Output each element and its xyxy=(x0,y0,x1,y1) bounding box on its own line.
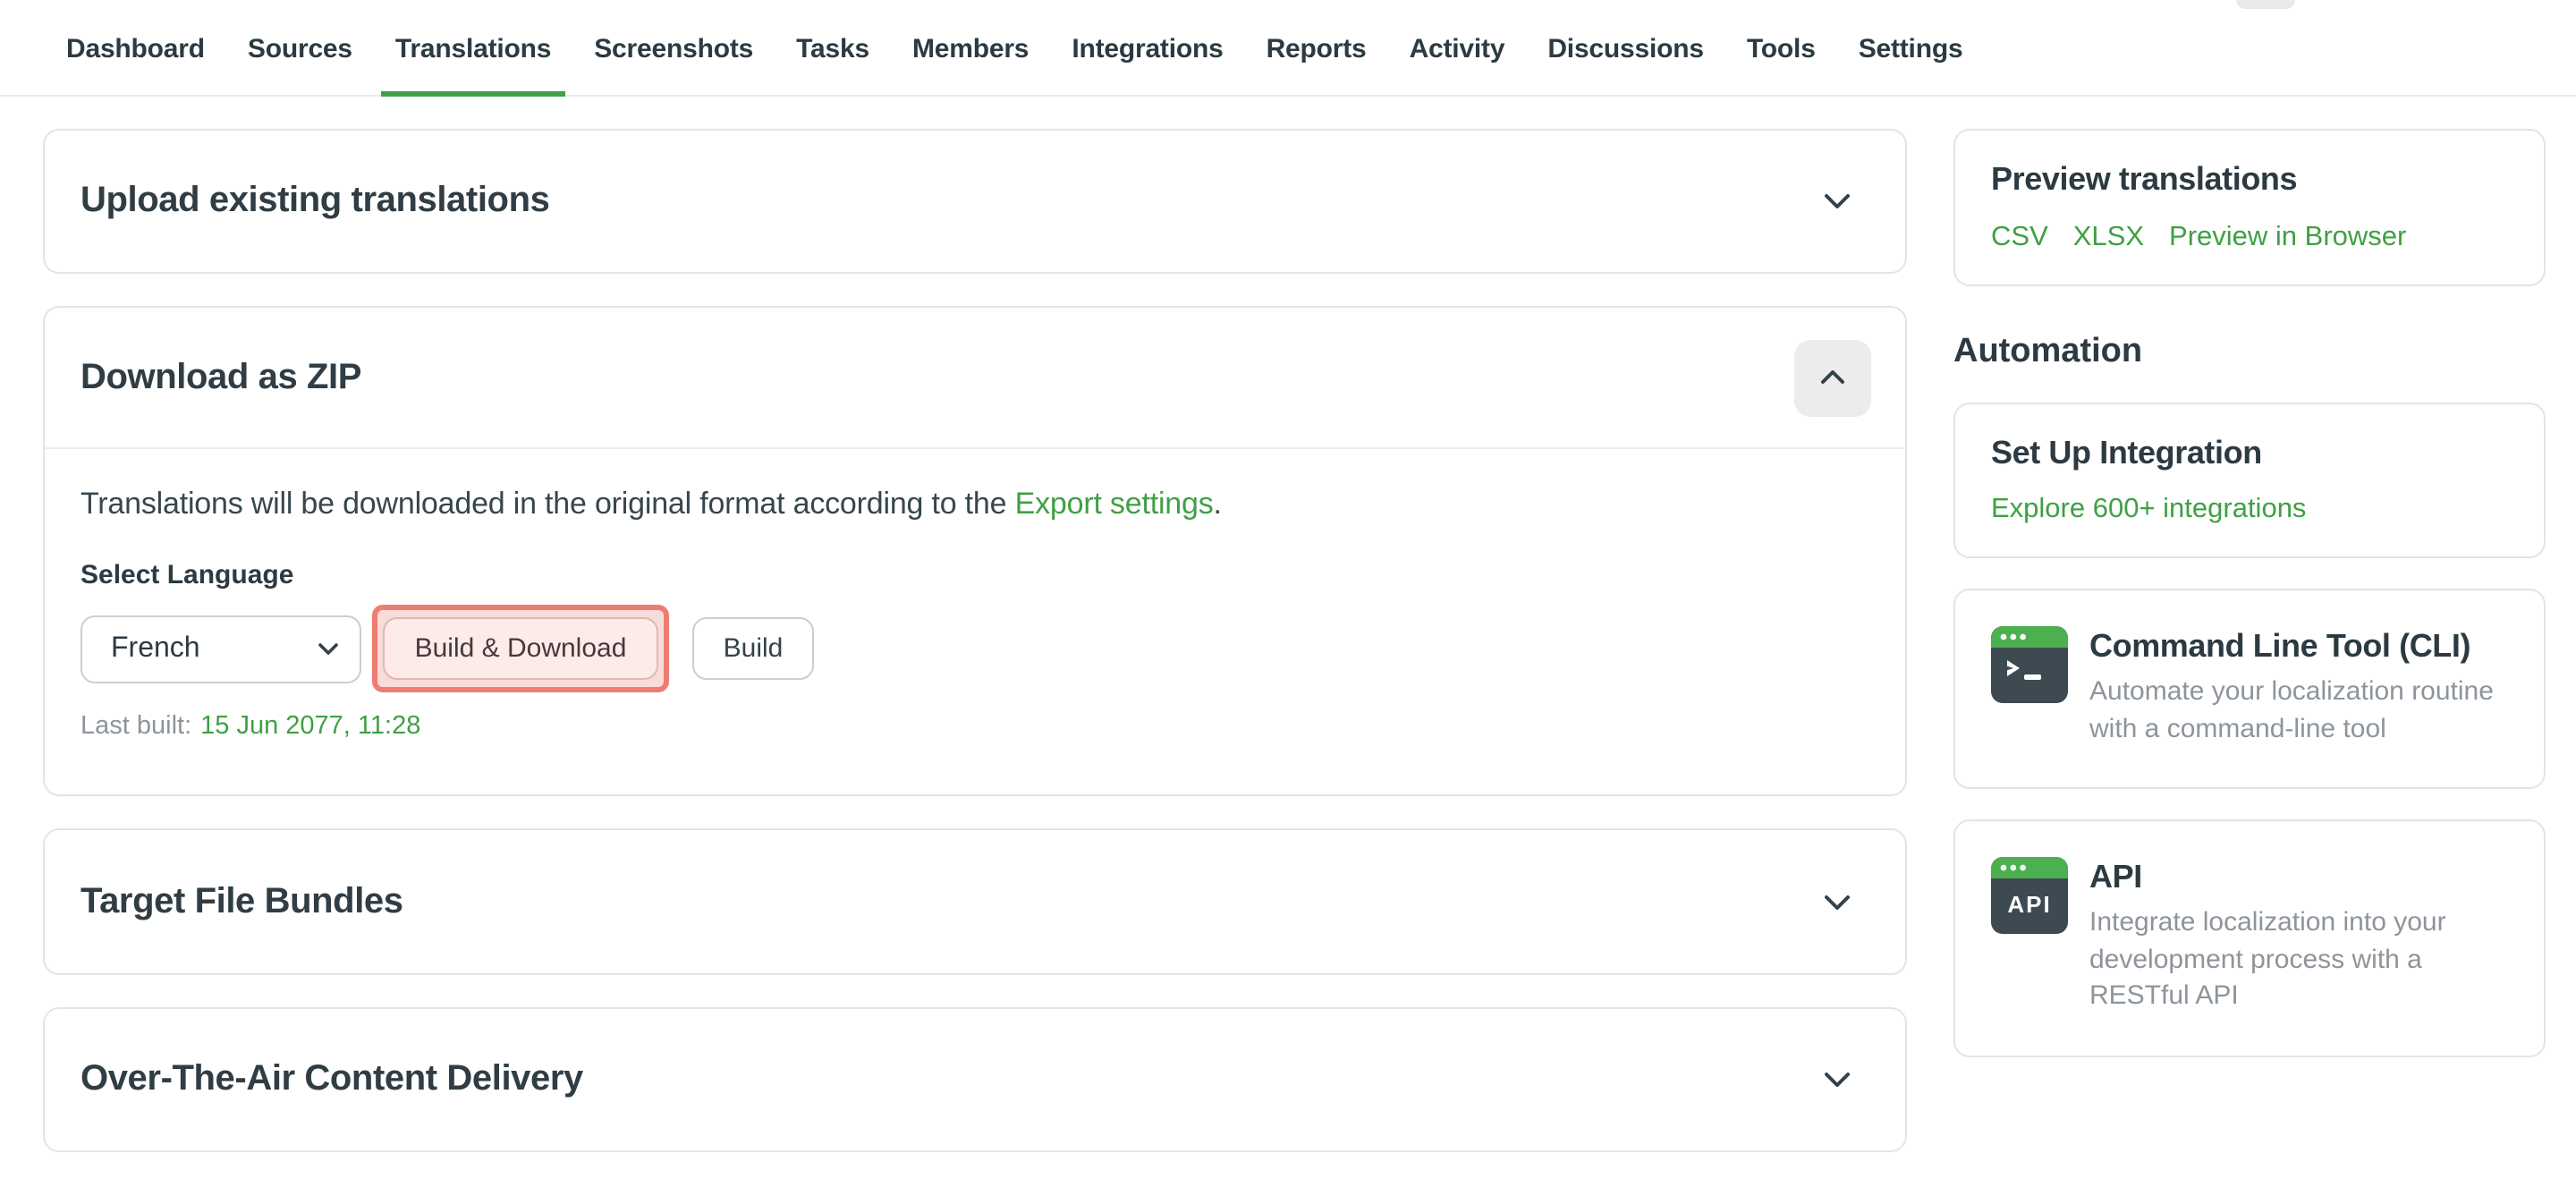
tab-reports[interactable]: Reports xyxy=(1267,4,1367,94)
upload-card-title: Upload existing translations xyxy=(80,181,549,222)
sidebar: Preview translations CSV XLSX Preview in… xyxy=(1953,129,2546,1056)
download-card-body: Translations will be downloaded in the o… xyxy=(45,449,1905,794)
explore-integrations-link[interactable]: Explore 600+ integrations xyxy=(1991,494,2306,526)
terminal-icon xyxy=(1991,626,2068,703)
preview-translations-card: Preview translations CSV XLSX Preview in… xyxy=(1953,129,2546,286)
api-card[interactable]: API API Integrate localization into your… xyxy=(1953,819,2546,1056)
over-the-air-card[interactable]: Over-The-Air Content Delivery xyxy=(43,1007,1907,1152)
cli-title: Command Line Tool (CLI) xyxy=(2089,628,2508,666)
api-card-text: API Integrate localization into your dev… xyxy=(2089,857,2508,1015)
api-description: Integrate localization into your develop… xyxy=(2089,905,2508,1015)
last-built-label: Last built: xyxy=(80,712,191,741)
last-built-status: Last built: 15 Jun 2077, 11:28 xyxy=(80,712,1869,741)
download-card-header: Download as ZIP xyxy=(45,308,1905,449)
ota-card-title: Over-The-Air Content Delivery xyxy=(80,1059,583,1100)
automation-heading: Automation xyxy=(1953,333,2546,372)
language-select-wrap: French xyxy=(80,615,361,683)
language-select[interactable]: French xyxy=(80,615,361,683)
content-layout: Upload existing translations Download as… xyxy=(0,97,2576,1152)
scrolled-element-remnant xyxy=(2236,0,2295,9)
tab-sources[interactable]: Sources xyxy=(248,4,352,94)
preview-translations-title: Preview translations xyxy=(1991,161,2508,199)
cli-card[interactable]: Command Line Tool (CLI) Automate your lo… xyxy=(1953,589,2546,789)
preview-links-row: CSV XLSX Preview in Browser xyxy=(1991,222,2508,254)
page: Dashboard Sources Translations Screensho… xyxy=(0,0,2576,1179)
upload-existing-translations-card[interactable]: Upload existing translations xyxy=(43,129,1907,274)
target-file-bundles-card[interactable]: Target File Bundles xyxy=(43,828,1907,975)
tab-activity[interactable]: Activity xyxy=(1410,4,1505,94)
tab-screenshots[interactable]: Screenshots xyxy=(594,4,753,94)
svg-text:API: API xyxy=(2007,891,2051,918)
tab-tools[interactable]: Tools xyxy=(1747,4,1816,94)
collapse-section-button[interactable] xyxy=(1794,339,1871,416)
description-text: Translations will be downloaded in the o… xyxy=(80,487,1015,521)
export-settings-link[interactable]: Export settings xyxy=(1015,487,1214,521)
build-button[interactable]: Build xyxy=(692,617,814,680)
chevron-up-icon xyxy=(1821,370,1844,385)
cli-description: Automate your localization routine with … xyxy=(2089,674,2508,748)
chevron-down-icon xyxy=(1825,1072,1850,1088)
tab-tasks[interactable]: Tasks xyxy=(796,4,869,94)
xlsx-link[interactable]: XLSX xyxy=(2073,222,2144,254)
chevron-down-icon xyxy=(1825,193,1850,209)
csv-link[interactable]: CSV xyxy=(1991,222,2048,254)
chevron-down-icon xyxy=(1825,894,1850,910)
cli-card-text: Command Line Tool (CLI) Automate your lo… xyxy=(2089,626,2508,748)
project-tabs: Dashboard Sources Translations Screensho… xyxy=(0,0,2576,97)
tab-dashboard[interactable]: Dashboard xyxy=(66,4,205,94)
annotation-highlight-box: Build & Download xyxy=(372,605,669,692)
api-icon: API xyxy=(1991,857,2068,934)
bundles-card-title: Target File Bundles xyxy=(80,881,403,922)
set-up-integration-card: Set Up Integration Explore 600+ integrat… xyxy=(1953,403,2546,558)
download-description: Translations will be downloaded in the o… xyxy=(80,487,1869,522)
select-language-label: Select Language xyxy=(80,560,1869,590)
preview-in-browser-link[interactable]: Preview in Browser xyxy=(2169,222,2406,254)
download-as-zip-card: Download as ZIP Translations will be dow… xyxy=(43,306,1907,796)
build-and-download-button[interactable]: Build & Download xyxy=(383,617,658,680)
last-built-value: 15 Jun 2077, 11:28 xyxy=(200,712,420,741)
api-title: API xyxy=(2089,859,2508,896)
main-column: Upload existing translations Download as… xyxy=(43,129,1907,1152)
description-period: . xyxy=(1214,487,1222,521)
download-card-title: Download as ZIP xyxy=(80,357,361,398)
tab-integrations[interactable]: Integrations xyxy=(1072,4,1223,94)
tab-translations[interactable]: Translations xyxy=(395,4,551,94)
tab-settings[interactable]: Settings xyxy=(1859,4,1963,94)
build-controls-row: French Build & Download Build xyxy=(80,605,1869,692)
set-up-integration-title: Set Up Integration xyxy=(1991,435,2508,472)
tab-discussions[interactable]: Discussions xyxy=(1547,4,1704,94)
tab-members[interactable]: Members xyxy=(912,4,1029,94)
